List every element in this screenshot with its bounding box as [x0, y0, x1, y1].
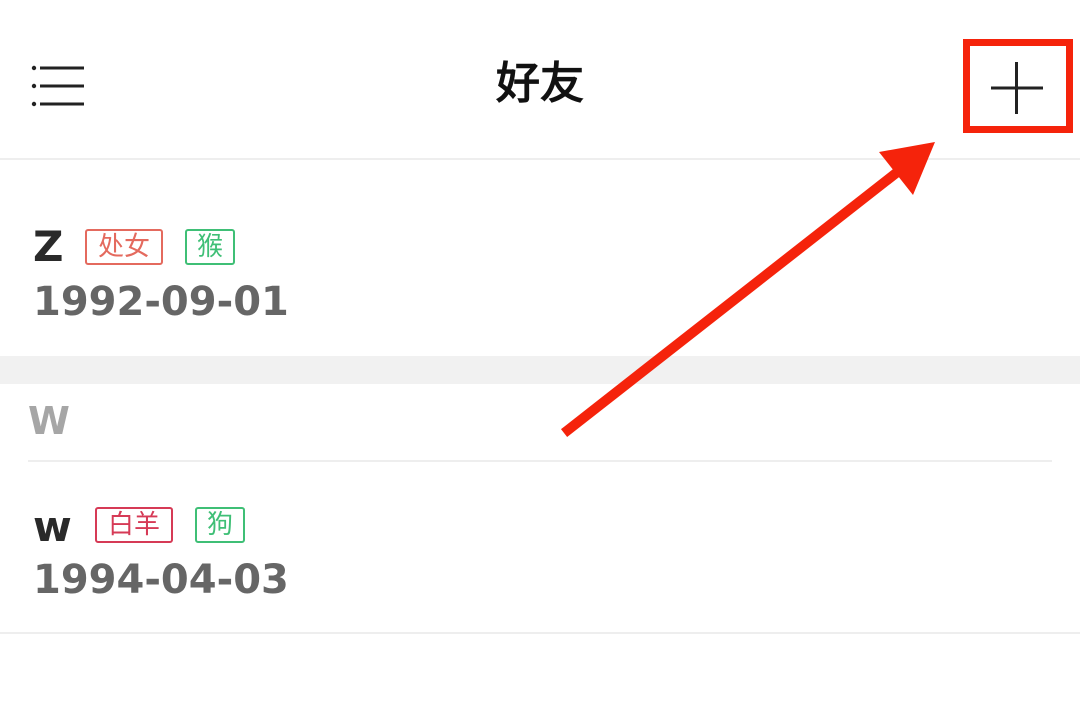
- section-index-letter: W: [28, 399, 70, 443]
- page-title: 好友: [496, 58, 584, 109]
- friend-name: Z: [33, 222, 64, 271]
- zodiac-tag: 白羊: [95, 507, 173, 543]
- add-friend-button[interactable]: [963, 39, 1073, 133]
- friend-item[interactable]: Z 处女 猴 1992-09-01: [0, 160, 1080, 356]
- friend-name: w: [33, 502, 72, 551]
- plus-icon: [991, 62, 1043, 114]
- menu-icon: [31, 65, 84, 107]
- birthday-text: 1992-09-01: [33, 279, 289, 325]
- animal-tag: 狗: [195, 507, 245, 543]
- birthday-text: 1994-04-03: [33, 557, 289, 603]
- friend-item[interactable]: w 白羊 狗 1994-04-03: [0, 462, 1080, 634]
- top-bar: 好友: [0, 0, 1080, 160]
- animal-tag: 猴: [185, 229, 235, 265]
- zodiac-tag: 处女: [85, 229, 163, 265]
- section-gap: [0, 356, 1080, 384]
- menu-button[interactable]: [28, 58, 88, 110]
